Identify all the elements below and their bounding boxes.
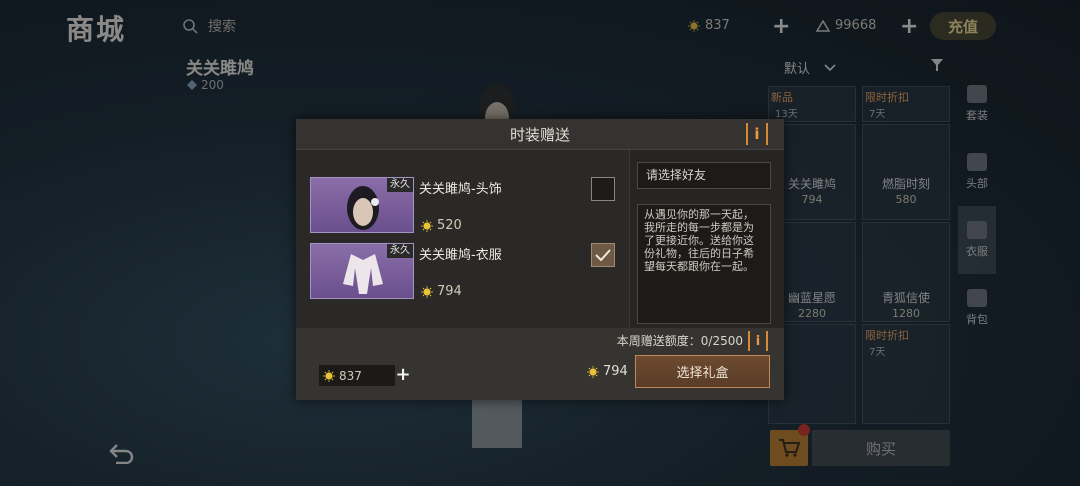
character-name: 关关雎鸠: [186, 59, 254, 79]
dialog-footer: 本周赠送额度：0/2500 i 837 + 794 选择礼盒: [296, 328, 784, 400]
add-gold-button[interactable]: +: [772, 16, 790, 38]
diamond-icon: [187, 80, 197, 90]
friend-panel: 请选择好友 从遇见你的那一天起，我所走的每一步都是为了更接近你。送给你这份礼物，…: [629, 150, 784, 328]
wallet-balance: 837: [319, 365, 395, 386]
dialog-title: 时装赠送: [509, 125, 570, 144]
card-price: 580: [895, 193, 917, 206]
wallet-amount: 837: [339, 368, 362, 383]
card-days: 7天: [869, 347, 886, 358]
tab-clothes[interactable]: 衣服: [958, 206, 996, 274]
outfit-icon: [967, 85, 987, 103]
points-icon: [816, 19, 830, 32]
item-checkbox[interactable]: [591, 177, 615, 201]
product-card[interactable]: 燃脂时刻 580: [862, 124, 950, 220]
card-tag: 限时折扣: [865, 91, 909, 104]
item-checkbox[interactable]: [591, 243, 615, 267]
sort-dropdown[interactable]: 默认: [784, 58, 836, 77]
recharge-button[interactable]: 充值: [930, 12, 996, 40]
card-name: 青狐信使: [881, 291, 930, 305]
card-days: 13天: [775, 109, 798, 120]
backpack-icon: [967, 289, 987, 307]
item-name: 关关雎鸠-头饰: [419, 182, 502, 197]
info-button[interactable]: i: [746, 123, 768, 145]
item-thumbnail-clothes: 永久: [310, 243, 414, 299]
gift-items-list: 永久 关关雎鸠-头饰 520 永久 关关雎鸠-衣服 794: [296, 150, 629, 328]
character-price: 200: [186, 78, 224, 92]
item-name: 关关雎鸠-衣服: [419, 248, 502, 263]
tab-outfit[interactable]: 套装: [958, 70, 996, 138]
tab-label: 套装: [966, 109, 988, 122]
select-gift-box-button[interactable]: 选择礼盒: [635, 355, 770, 388]
tab-head[interactable]: 头部: [958, 138, 996, 206]
checkmark-icon: [595, 249, 611, 261]
gold-amount: 837: [705, 18, 730, 33]
card-tag: 限时折扣: [865, 329, 909, 342]
shirt-icon: [967, 221, 987, 239]
card-days: 7天: [869, 109, 886, 120]
card-name: 燃脂时刻: [881, 177, 930, 191]
buy-button[interactable]: 购买: [812, 430, 950, 466]
cart-badge: [798, 424, 810, 436]
product-card[interactable]: 限时折扣 7天: [862, 324, 950, 424]
search-placeholder: 搜索: [208, 19, 236, 35]
item-price: 520: [421, 218, 462, 233]
add-points-button[interactable]: +: [900, 16, 918, 38]
card-price: 1280: [892, 307, 920, 320]
tab-label: 头部: [966, 177, 988, 190]
category-tabs: 套装 头部 衣服 背包: [958, 70, 996, 342]
item-price-value: 794: [437, 284, 462, 299]
gift-message-textarea[interactable]: 从遇见你的那一天起，我所走的每一步都是为了更接近你。送给你这份礼物，往后的日子希…: [637, 204, 771, 324]
tab-backpack[interactable]: 背包: [958, 274, 996, 342]
tab-label: 背包: [966, 313, 988, 326]
product-card[interactable]: 限时折扣 7天: [862, 86, 950, 122]
character-price-value: 200: [201, 78, 224, 92]
coin-icon: [421, 220, 433, 232]
shop-title: 商城: [66, 13, 127, 46]
permanent-tag: 永久: [387, 244, 413, 258]
item-price: 794: [421, 284, 462, 299]
points-amount: 99668: [835, 18, 877, 33]
helmet-icon: [967, 153, 987, 171]
search-icon: [183, 19, 198, 34]
gift-dialog: 时装赠送 i 永久 关关雎鸠-头饰 520 永久 关关雎鸠-衣服 794 请选择…: [296, 119, 784, 400]
quota-info-button[interactable]: i: [748, 331, 768, 351]
dialog-header: 时装赠送 i: [296, 119, 784, 150]
permanent-tag: 永久: [387, 178, 413, 192]
item-price-value: 520: [437, 218, 462, 233]
card-tag: 新品: [771, 91, 793, 104]
product-card[interactable]: 新品 13天: [768, 86, 856, 122]
coin-icon: [421, 286, 433, 298]
product-card[interactable]: 青狐信使 1280: [862, 222, 950, 322]
add-currency-button[interactable]: +: [395, 365, 411, 386]
tab-label: 衣服: [966, 245, 988, 258]
gold-currency: 837: [688, 18, 730, 33]
chevron-down-icon: [824, 63, 836, 71]
friend-select-input[interactable]: 请选择好友: [637, 162, 771, 189]
coin-icon: [688, 20, 700, 32]
search-box[interactable]: 搜索: [182, 16, 236, 36]
total-cost-value: 794: [603, 364, 628, 379]
coin-icon: [323, 370, 335, 382]
weekly-quota: 本周赠送额度：0/2500: [616, 334, 743, 348]
coin-icon: [587, 366, 599, 378]
filter-icon[interactable]: [930, 58, 944, 72]
total-cost: 794: [587, 364, 628, 379]
points-currency: 99668: [816, 18, 876, 33]
cart-icon: [779, 439, 800, 457]
sort-label: 默认: [784, 62, 811, 77]
item-thumbnail-headwear: 永久: [310, 177, 414, 233]
back-icon[interactable]: [108, 442, 134, 464]
